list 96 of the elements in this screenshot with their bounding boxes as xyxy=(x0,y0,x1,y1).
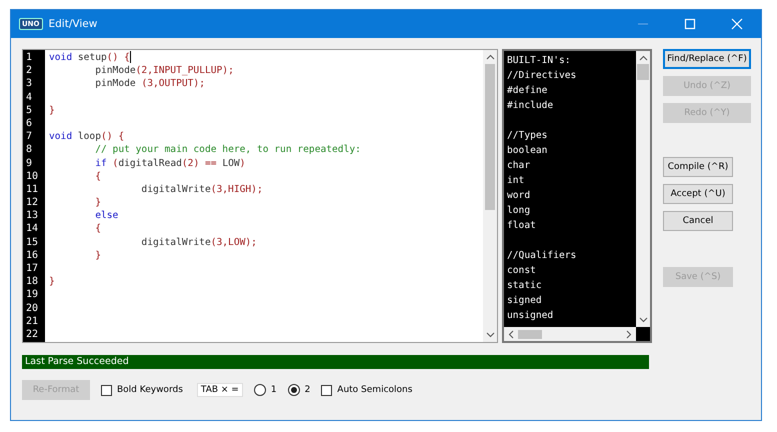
radio-button[interactable] xyxy=(254,384,266,396)
scroll-up-icon[interactable] xyxy=(638,55,648,61)
checkbox[interactable] xyxy=(321,384,332,396)
line-number: 21 xyxy=(26,314,40,328)
builtin-entry: word xyxy=(507,189,532,203)
line-number: 9 xyxy=(26,156,34,170)
code-token: () { xyxy=(106,52,130,63)
tab-size-label: TAB × = xyxy=(196,383,243,397)
code-token: } xyxy=(49,104,55,116)
code-token: if xyxy=(94,158,107,168)
status-bar: Last Parse Succeeded xyxy=(22,355,649,369)
scroll-thumb[interactable] xyxy=(485,64,495,210)
maximize-icon[interactable] xyxy=(684,18,696,30)
code-token: (2) == xyxy=(182,158,218,168)
code-token: (3,OUTPUT); xyxy=(141,78,205,90)
scroll-up-icon[interactable] xyxy=(486,54,494,60)
vertical-scrollbar[interactable] xyxy=(483,50,497,342)
builtin-entry: //Directives xyxy=(507,69,578,83)
code-token: loop xyxy=(76,131,101,142)
close-icon[interactable] xyxy=(731,18,743,30)
side-button[interactable]: Accept (^U) xyxy=(663,184,733,204)
radio-label: 2 xyxy=(304,385,310,395)
scroll-down-icon[interactable] xyxy=(486,332,494,338)
line-number: 8 xyxy=(26,143,34,156)
side-button[interactable]: Compile (^R) xyxy=(663,157,733,177)
builtin-entry: BUILT-IN's: xyxy=(507,54,572,68)
code-token: pinMode xyxy=(94,78,137,90)
code-token: { xyxy=(94,170,101,182)
horizontal-scrollbar[interactable] xyxy=(504,327,636,341)
code-token: LOW xyxy=(222,158,240,168)
code-token: void xyxy=(49,131,72,142)
line-number: 11 xyxy=(26,182,40,196)
code-token: digitalWrite xyxy=(140,184,211,195)
scroll-left-icon[interactable] xyxy=(508,330,514,338)
line-number: 20 xyxy=(26,302,40,315)
builtin-entry: char xyxy=(507,159,532,173)
radio-button[interactable] xyxy=(288,384,300,396)
side-button[interactable]: Cancel xyxy=(663,211,733,231)
code-token: // put your main code here, to run repeatedly: xyxy=(94,144,361,156)
line-number: 13 xyxy=(26,209,40,222)
code-token: digitalRead xyxy=(118,158,182,168)
line-number: 4 xyxy=(26,90,34,104)
line-number: 6 xyxy=(26,116,34,130)
builtin-entry: const xyxy=(507,264,537,278)
builtin-entry: //Types xyxy=(507,129,548,143)
code-token: () { xyxy=(101,131,124,142)
scroll-right-icon[interactable] xyxy=(626,330,632,338)
builtin-entry: boolean xyxy=(507,144,548,158)
line-number: 5 xyxy=(26,104,34,117)
code-editor[interactable] xyxy=(22,49,498,343)
code-token: setup xyxy=(76,52,107,63)
line-number: 15 xyxy=(26,236,40,249)
line-number: 19 xyxy=(26,288,40,302)
line-number: 1 xyxy=(26,51,34,64)
line-number: 17 xyxy=(26,262,40,276)
builtin-entry: long xyxy=(507,204,532,218)
builtin-entry: float xyxy=(507,219,537,233)
line-number: 3 xyxy=(26,77,34,91)
line-number: 2 xyxy=(26,64,34,78)
code-token: digitalWrite xyxy=(140,236,211,248)
code-token: ) xyxy=(240,158,246,168)
code-token: } xyxy=(94,250,101,261)
builtin-entry: //Qualifiers xyxy=(507,249,578,263)
code-token: } xyxy=(49,276,55,288)
checkbox[interactable] xyxy=(101,384,112,396)
line-number: 14 xyxy=(26,222,40,236)
line-number: 7 xyxy=(26,130,34,144)
checkbox-label: Bold Keywords xyxy=(117,385,183,395)
builtin-entry: signed xyxy=(507,294,543,308)
code-token: (2,INPUT_PULLUP); xyxy=(136,65,234,76)
line-number: 22 xyxy=(26,328,40,342)
code-token: ( xyxy=(112,158,118,168)
radio-label: 1 xyxy=(270,385,277,395)
line-number: 10 xyxy=(26,170,40,183)
scroll-thumb[interactable] xyxy=(518,330,542,338)
scroll-thumb[interactable] xyxy=(637,64,649,80)
code-token: void xyxy=(49,52,72,63)
builtin-entry: unsigned xyxy=(507,309,554,323)
code-token: { xyxy=(94,223,101,234)
builtin-entry: #define xyxy=(507,84,548,98)
side-button[interactable]: Find/Replace (^F) xyxy=(663,49,751,69)
line-number: 18 xyxy=(26,275,40,288)
checkbox-label: Auto Semicolons xyxy=(337,385,412,395)
builtin-entry: #include xyxy=(507,99,554,113)
code-token: else xyxy=(94,210,118,222)
code-token: pinMode xyxy=(94,65,136,76)
builtin-entry: int xyxy=(507,174,526,188)
code-token: (3,HIGH); xyxy=(210,184,263,195)
code-token: (3,LOW); xyxy=(210,236,257,248)
code-token: } xyxy=(94,197,101,208)
scroll-down-icon[interactable] xyxy=(638,317,648,323)
line-number: 12 xyxy=(26,196,40,210)
vertical-scrollbar[interactable] xyxy=(636,51,650,327)
builtin-entry: static xyxy=(507,279,543,293)
line-number: 16 xyxy=(26,248,40,262)
window-title: Edit/View xyxy=(48,18,98,30)
